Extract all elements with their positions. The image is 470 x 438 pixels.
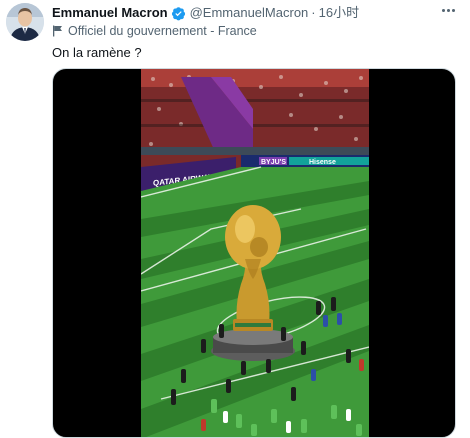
- affiliation-label: Officiel du gouvernement - France: [52, 23, 257, 39]
- author-name[interactable]: Emmanuel Macron: [52, 4, 168, 22]
- avatar[interactable]: [6, 3, 44, 41]
- separator-dot: ·: [311, 5, 316, 20]
- flag-icon: [53, 25, 62, 37]
- board-hisense: Hisense: [309, 159, 336, 166]
- author-handle[interactable]: @EmmanuelMacron: [190, 4, 309, 22]
- verified-badge-icon: [171, 6, 186, 21]
- board-byjus: BYJU'S: [261, 159, 286, 166]
- tweet-header: Emmanuel Macron @EmmanuelMacron · 16小时: [52, 4, 359, 22]
- affiliation-text: Officiel du gouvernement - France: [68, 24, 257, 38]
- tweet-text: On la ramène ?: [52, 45, 142, 60]
- tweet-card[interactable]: Emmanuel Macron @EmmanuelMacron · 16小时 O…: [0, 0, 470, 438]
- more-options-icon[interactable]: [438, 2, 458, 18]
- video-player[interactable]: QATAR AIRWAYS BYJU'S Hisense: [52, 68, 456, 438]
- avatar-image: [6, 3, 44, 41]
- video-frame-world-cup-trophy[interactable]: QATAR AIRWAYS BYJU'S Hisense: [141, 69, 369, 438]
- tweet-timestamp[interactable]: 16小时: [319, 4, 359, 22]
